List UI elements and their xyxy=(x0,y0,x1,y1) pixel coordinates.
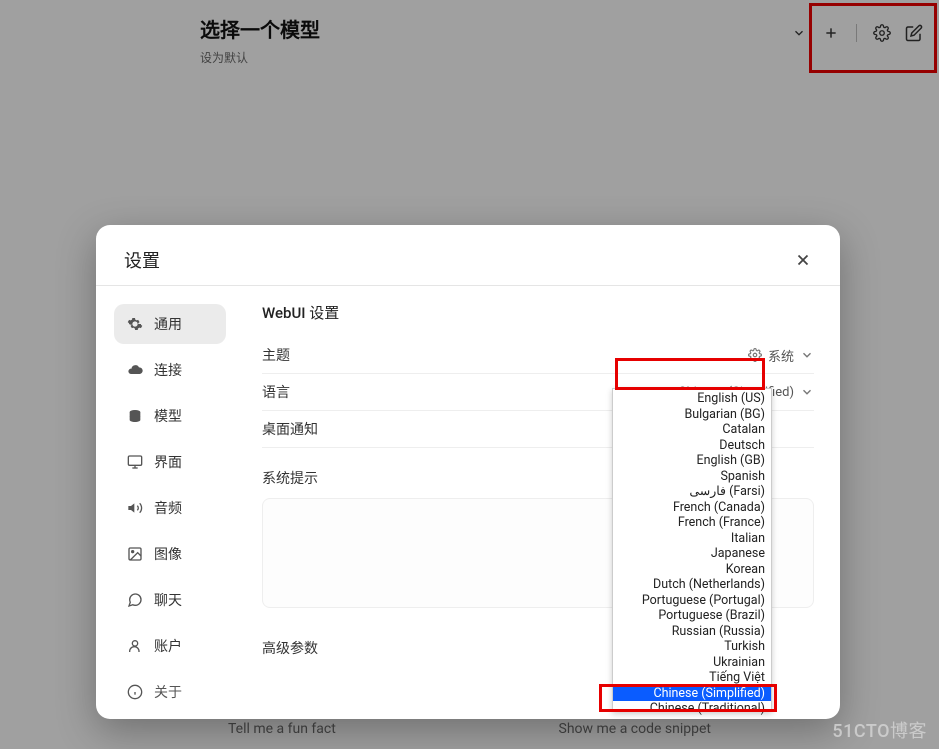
language-option[interactable]: Deutsch xyxy=(613,438,771,454)
gear-icon xyxy=(126,315,144,333)
stack-icon xyxy=(126,407,144,425)
modal-title: 设置 xyxy=(124,247,160,273)
nav-label: 账户 xyxy=(154,636,182,656)
gear-icon xyxy=(748,348,762,362)
language-option[interactable]: Turkish xyxy=(613,639,771,655)
desktop-notify-label: 桌面通知 xyxy=(262,419,318,439)
language-option[interactable]: Korean xyxy=(613,562,771,578)
language-option[interactable]: Bulgarian (BG) xyxy=(613,407,771,423)
theme-value: 系统 xyxy=(768,346,794,365)
cloud-icon xyxy=(126,361,144,379)
language-option[interactable]: Russian (Russia) xyxy=(613,624,771,640)
nav-label: 连接 xyxy=(154,360,182,380)
image-icon xyxy=(126,545,144,563)
nav-item-connection[interactable]: 连接 xyxy=(114,350,226,390)
nav-item-image[interactable]: 图像 xyxy=(114,534,226,574)
close-icon[interactable] xyxy=(794,251,812,269)
language-option[interactable]: Dutch (Netherlands) xyxy=(613,577,771,593)
user-icon xyxy=(126,637,144,655)
nav-item-general[interactable]: 通用 xyxy=(114,304,226,344)
monitor-icon xyxy=(126,453,144,471)
chevron-down-icon xyxy=(800,385,814,399)
nav-label: 界面 xyxy=(154,452,182,472)
language-option[interactable]: French (France) xyxy=(613,515,771,531)
modal-header: 设置 xyxy=(96,225,840,285)
theme-label: 主题 xyxy=(262,345,290,365)
language-option[interactable]: Spanish xyxy=(613,469,771,485)
language-option[interactable]: Italian xyxy=(613,531,771,547)
settings-side-nav: 通用 连接 模型 界面 音频 图像 xyxy=(96,286,236,719)
theme-selector[interactable]: 系统 xyxy=(748,346,814,365)
chat-icon xyxy=(126,591,144,609)
language-option[interactable]: English (GB) xyxy=(613,453,771,469)
language-dropdown[interactable]: English (US)Bulgarian (BG)CatalanDeutsch… xyxy=(612,388,772,712)
nav-label: 图像 xyxy=(154,544,182,564)
language-option[interactable]: Ukrainian xyxy=(613,655,771,671)
language-label: 语言 xyxy=(262,382,290,402)
language-option[interactable]: Portuguese (Portugal) xyxy=(613,593,771,609)
nav-label: 聊天 xyxy=(154,590,182,610)
nav-label: 通用 xyxy=(154,314,182,334)
nav-label: 音频 xyxy=(154,498,182,518)
nav-item-about[interactable]: 关于 xyxy=(114,672,226,712)
nav-label: 模型 xyxy=(154,406,182,426)
language-option[interactable]: French (Canada) xyxy=(613,500,771,516)
language-option[interactable]: Tiếng Việt xyxy=(613,670,771,686)
content-heading: WebUI 设置 xyxy=(262,302,814,323)
language-option[interactable]: فارسی (Farsi) xyxy=(613,484,771,500)
nav-item-chat[interactable]: 聊天 xyxy=(114,580,226,620)
nav-item-model[interactable]: 模型 xyxy=(114,396,226,436)
language-option[interactable]: Chinese (Simplified) xyxy=(613,686,771,702)
nav-label: 关于 xyxy=(154,682,182,702)
language-option[interactable]: Portuguese (Brazil) xyxy=(613,608,771,624)
volume-icon xyxy=(126,499,144,517)
info-icon xyxy=(126,683,144,701)
language-option[interactable]: Japanese xyxy=(613,546,771,562)
nav-item-account[interactable]: 账户 xyxy=(114,626,226,666)
language-option[interactable]: Catalan xyxy=(613,422,771,438)
chevron-down-icon xyxy=(800,348,814,362)
nav-item-audio[interactable]: 音频 xyxy=(114,488,226,528)
language-option[interactable]: Chinese (Traditional) xyxy=(613,701,771,717)
watermark-text: 51CTO博客 xyxy=(832,717,927,743)
theme-row: 主题 系统 xyxy=(262,337,814,374)
nav-item-interface[interactable]: 界面 xyxy=(114,442,226,482)
language-option[interactable]: English (US) xyxy=(613,391,771,407)
